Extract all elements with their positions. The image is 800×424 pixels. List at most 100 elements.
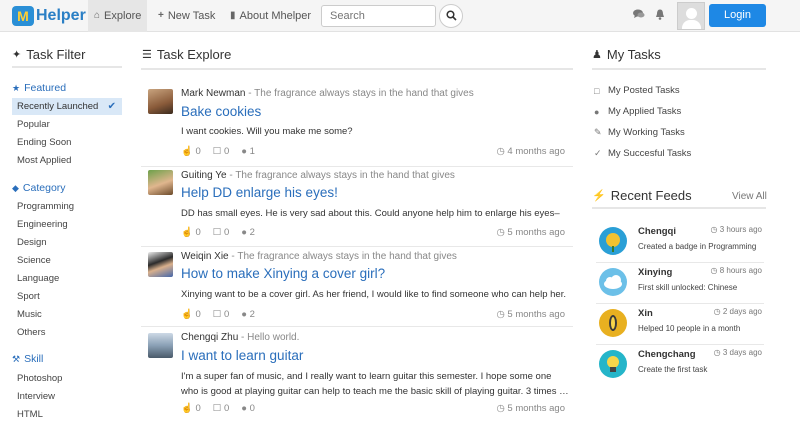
- filter-others[interactable]: Others: [12, 324, 122, 341]
- task-stats: ☝ 0 ☐ 0 ● 1: [181, 146, 255, 157]
- task-description: I'm a super fan of music, and I really w…: [181, 371, 569, 397]
- filter-design[interactable]: Design: [12, 234, 122, 251]
- task-time: ◷ 5 months ago: [496, 309, 565, 320]
- bell-icon[interactable]: [655, 9, 665, 23]
- task-author-motto: - The fragrance always stays in the hand…: [228, 251, 457, 262]
- task-title[interactable]: I want to learn guitar: [181, 348, 303, 363]
- chat-icon[interactable]: [633, 9, 645, 22]
- feed-user[interactable]: Chengqi: [638, 226, 676, 237]
- task-author-motto: - The fragrance always stays in the hand…: [226, 170, 455, 181]
- filter-interview[interactable]: Interview: [12, 388, 122, 405]
- filter-programming[interactable]: Programming: [12, 198, 122, 215]
- filter-language[interactable]: Language: [12, 270, 122, 287]
- comments-count[interactable]: ☐ 0: [213, 146, 229, 157]
- nav-about-label: About Mhelper: [239, 10, 312, 22]
- users-icon: ●: [594, 106, 600, 117]
- applicants-count[interactable]: ● 2: [241, 227, 255, 238]
- check-icon: ✔: [107, 101, 116, 112]
- users-icon: ●: [241, 227, 247, 238]
- skill-heading: ⚒ Skill: [12, 353, 44, 365]
- filter-ending-soon[interactable]: Ending Soon: [12, 134, 122, 151]
- task-title[interactable]: Help DD enlarge his eyes!: [181, 185, 338, 200]
- feed-item[interactable]: Chengqi ◷ 3 hours ago Created a badge in…: [596, 222, 764, 261]
- feed-item[interactable]: Xinying ◷ 8 hours ago First skill unlock…: [596, 263, 764, 302]
- avatar[interactable]: [148, 333, 173, 358]
- likes-count[interactable]: ☝ 0: [181, 403, 201, 414]
- featured-heading: ★ Featured: [12, 82, 67, 94]
- my-posted-tasks-link[interactable]: □ My Posted Tasks: [594, 85, 680, 96]
- task-filter-title: ✦ Task Filter: [12, 47, 86, 62]
- nav-about[interactable]: ▮ About Mhelper: [224, 0, 317, 32]
- my-working-tasks-link[interactable]: ✎ My Working Tasks: [594, 127, 685, 138]
- users-icon: ●: [241, 146, 247, 157]
- list-icon: ☰: [142, 49, 152, 61]
- filter-html[interactable]: HTML: [12, 406, 122, 423]
- login-button[interactable]: Login: [709, 4, 766, 27]
- feed-user[interactable]: Xinying: [638, 267, 672, 278]
- star-icon: ★: [12, 82, 21, 93]
- badge-avatar: [599, 309, 627, 337]
- nav-new-task[interactable]: + New Task: [152, 0, 221, 32]
- task-description: Xinying want to be a cover girl. As her …: [181, 289, 566, 300]
- filter-science[interactable]: Science: [12, 252, 122, 269]
- user-avatar[interactable]: [677, 2, 705, 30]
- my-successful-tasks-link[interactable]: ✓ My Succesful Tasks: [594, 148, 691, 159]
- filter-most-applied[interactable]: Most Applied: [12, 152, 122, 169]
- badge-avatar: [599, 268, 627, 296]
- filter-sport[interactable]: Sport: [12, 288, 122, 305]
- nav-explore[interactable]: ⌂ Explore: [88, 0, 147, 32]
- applicants-count[interactable]: ● 2: [241, 309, 255, 320]
- tags-icon: ✦: [12, 49, 22, 61]
- view-all-link[interactable]: View All: [732, 191, 767, 202]
- task-author-line: Mark Newman - The fragrance always stays…: [181, 88, 474, 99]
- logo[interactable]: M Helper: [12, 6, 86, 26]
- task-title[interactable]: How to make Xinying a cover girl?: [181, 266, 385, 281]
- feed-item[interactable]: Xin ◷ 2 days ago Helped 10 people in a m…: [596, 304, 764, 343]
- avatar[interactable]: [148, 252, 173, 277]
- likes-count[interactable]: ☝ 0: [181, 146, 201, 157]
- feed-text: Create the first task: [638, 365, 708, 374]
- home-icon: ⌂: [94, 10, 101, 21]
- avatar[interactable]: [148, 170, 173, 195]
- feed-user[interactable]: Xin: [638, 308, 653, 319]
- search-icon: [445, 10, 457, 21]
- comments-count[interactable]: ☐ 0: [213, 227, 229, 238]
- filter-popular[interactable]: Popular: [12, 116, 122, 133]
- task-description: I want cookies. Will you make me some?: [181, 126, 353, 137]
- task-author[interactable]: Chengqi Zhu: [181, 332, 238, 343]
- thumbs-up-icon: ☝: [181, 227, 193, 238]
- thumbs-up-icon: ☝: [181, 146, 193, 157]
- search-input[interactable]: [321, 5, 436, 27]
- divider: [592, 68, 766, 70]
- applicants-count[interactable]: ● 1: [241, 146, 255, 157]
- comments-count[interactable]: ☐ 0: [213, 309, 229, 320]
- filter-engineering[interactable]: Engineering: [12, 216, 122, 233]
- filter-photoshop[interactable]: Photoshop: [12, 370, 122, 387]
- feed-time: ◷ 3 days ago: [713, 348, 762, 357]
- likes-count[interactable]: ☝ 0: [181, 227, 201, 238]
- task-author[interactable]: Mark Newman: [181, 88, 245, 99]
- task-description: DD has small eyes. He is very sad about …: [181, 208, 560, 219]
- filter-music[interactable]: Music: [12, 306, 122, 323]
- likes-count[interactable]: ☝ 0: [181, 309, 201, 320]
- feed-item[interactable]: Chengchang ◷ 3 days ago Create the first…: [596, 345, 764, 384]
- recent-feeds-title: ⚡ Recent Feeds: [592, 188, 692, 203]
- clock-icon: ◷: [496, 309, 505, 320]
- search-button[interactable]: [439, 4, 463, 28]
- my-applied-tasks-link[interactable]: ● My Applied Tasks: [594, 106, 681, 117]
- applicants-count[interactable]: ● 0: [241, 403, 255, 414]
- badge-avatar: [599, 227, 627, 255]
- task-time: ◷ 5 months ago: [496, 403, 565, 414]
- feed-user[interactable]: Chengchang: [638, 349, 696, 360]
- avatar[interactable]: [148, 89, 173, 114]
- users-icon: ●: [241, 309, 247, 320]
- filter-recently-launched[interactable]: Recently Launched ✔: [12, 98, 122, 115]
- feed-text: Helped 10 people in a month: [638, 324, 741, 333]
- task-author[interactable]: Weiqin Xie: [181, 251, 229, 262]
- thumbs-up-icon: ☝: [181, 309, 193, 320]
- comments-count[interactable]: ☐ 0: [213, 403, 229, 414]
- nav-new-task-label: New Task: [167, 10, 216, 22]
- task-title[interactable]: Bake cookies: [181, 104, 261, 119]
- task-author[interactable]: Guiting Ye: [181, 170, 227, 181]
- divider: [592, 207, 766, 209]
